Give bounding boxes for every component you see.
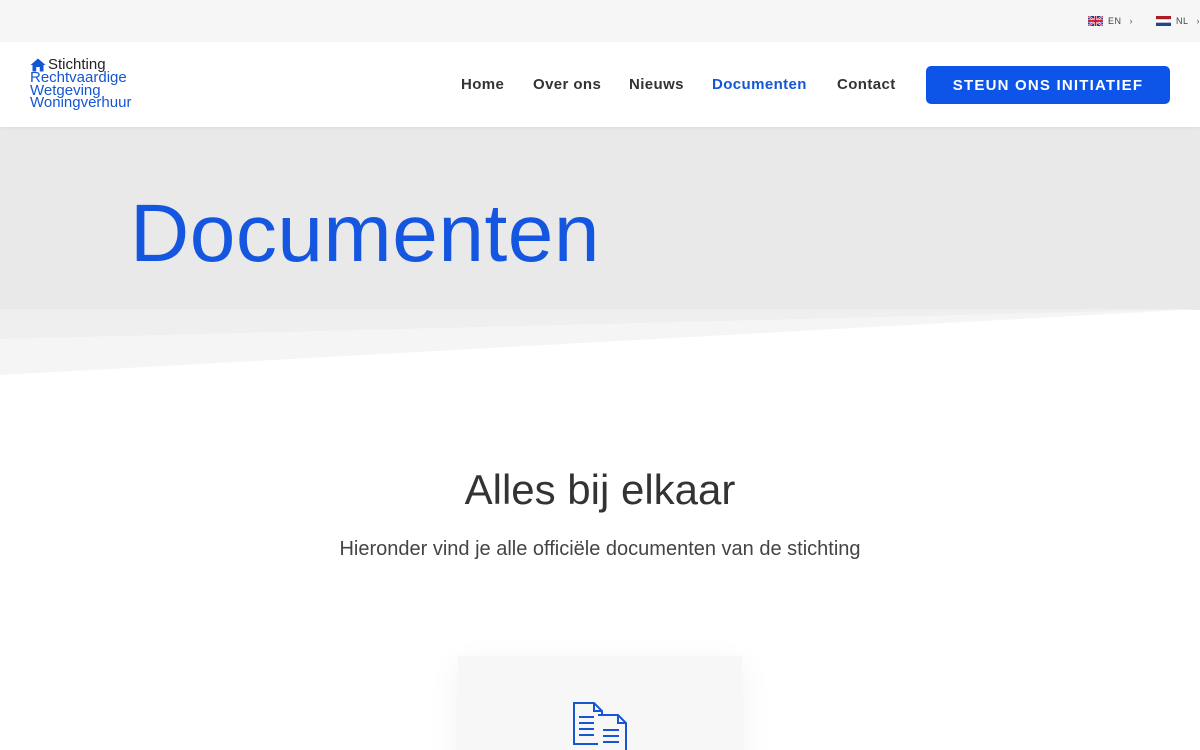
nav-item-contact[interactable]: Contact <box>837 76 896 93</box>
language-label-nl: NL <box>1176 16 1189 26</box>
nav-item-documenten[interactable]: Documenten <box>712 76 807 93</box>
nl-flag-icon <box>1156 16 1171 26</box>
language-switch-en[interactable]: EN › <box>1088 15 1133 27</box>
chevron-right-icon: › <box>1129 16 1134 26</box>
nav-item-nieuws[interactable]: Nieuws <box>629 76 684 93</box>
chevron-right-icon: › <box>1196 16 1200 26</box>
language-bar: EN › NL › <box>0 0 1200 42</box>
documents-icon <box>573 702 627 750</box>
section-title: Alles bij elkaar <box>464 466 736 513</box>
hero-divider <box>0 309 1200 375</box>
nav-item-home[interactable]: Home <box>461 76 504 93</box>
nav-item-over-ons[interactable]: Over ons <box>533 76 601 93</box>
logo-text-line4: Woningverhuur <box>30 94 132 111</box>
page-title: Documenten <box>130 188 600 279</box>
support-initiative-button[interactable]: STEUN ONS INITIATIEF <box>926 66 1170 104</box>
uk-flag-icon <box>1088 16 1103 26</box>
section-subtitle: Hieronder vind je alle officiële documen… <box>339 538 861 560</box>
language-label-en: EN <box>1108 16 1122 26</box>
site-logo[interactable]: Stichting Rechtvaardige Wetgeving Woning… <box>30 57 170 110</box>
page-hero: Documenten <box>0 127 1200 310</box>
document-card[interactable] <box>458 656 742 750</box>
site-header: Stichting Rechtvaardige Wetgeving Woning… <box>0 42 1200 127</box>
language-switch-nl[interactable]: NL › <box>1156 15 1200 27</box>
